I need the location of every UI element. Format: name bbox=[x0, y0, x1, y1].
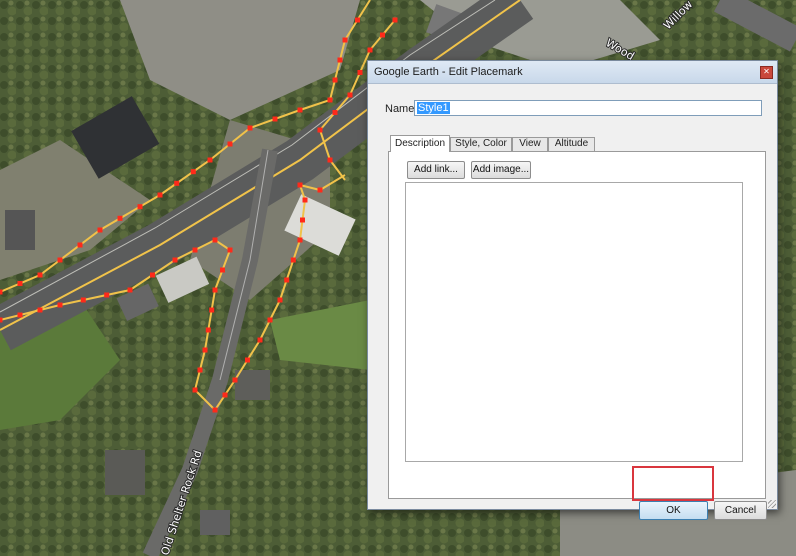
ok-button[interactable]: OK bbox=[639, 501, 708, 520]
route-vertex-marker[interactable] bbox=[205, 327, 211, 333]
route-vertex-marker[interactable] bbox=[197, 367, 203, 373]
route-vertex-marker[interactable] bbox=[117, 215, 123, 221]
route-vertex-marker[interactable] bbox=[17, 312, 23, 318]
route-vertex-marker[interactable] bbox=[57, 302, 63, 308]
route-vertex-marker[interactable] bbox=[220, 267, 225, 273]
route-vertex-marker[interactable] bbox=[212, 287, 218, 293]
route-vertex-marker[interactable] bbox=[245, 357, 250, 363]
dialog-title: Google Earth - Edit Placemark bbox=[374, 66, 523, 78]
route-vertex-marker[interactable] bbox=[222, 392, 228, 398]
route-vertex-marker[interactable] bbox=[174, 180, 180, 186]
route-vertex-marker[interactable] bbox=[297, 182, 303, 188]
tab-description[interactable]: Description bbox=[390, 135, 450, 152]
route-vertex-marker[interactable] bbox=[357, 70, 363, 75]
tab-style-color[interactable]: Style, Color bbox=[450, 137, 512, 151]
route-vertex-marker[interactable] bbox=[247, 125, 253, 131]
route-vertex-marker[interactable] bbox=[157, 192, 163, 198]
route-vertex-marker[interactable] bbox=[327, 97, 333, 103]
edit-placemark-dialog: Google Earth - Edit Placemark ✕ Name: St… bbox=[367, 60, 778, 520]
route-vertex-marker[interactable] bbox=[172, 257, 178, 263]
route-vertex-marker[interactable] bbox=[317, 127, 323, 133]
route-vertex-marker[interactable] bbox=[257, 337, 263, 343]
add-link-button[interactable]: Add link... bbox=[407, 161, 465, 179]
route-vertex-marker[interactable] bbox=[80, 297, 86, 303]
route-vertex-marker[interactable] bbox=[317, 187, 323, 193]
description-panel: Add link... Add image... bbox=[388, 151, 766, 499]
route-vertex-marker[interactable] bbox=[97, 227, 103, 233]
description-textarea[interactable] bbox=[405, 182, 743, 462]
route-vertex-marker[interactable] bbox=[232, 377, 238, 383]
route-vertex-marker[interactable] bbox=[227, 141, 233, 147]
route-vertex-marker[interactable] bbox=[127, 287, 133, 293]
resize-grip-icon[interactable] bbox=[768, 500, 776, 508]
route-vertex-marker[interactable] bbox=[37, 307, 43, 313]
route-vertex-marker[interactable] bbox=[332, 77, 338, 83]
route-vertex-marker[interactable] bbox=[192, 247, 198, 253]
route-vertex-marker[interactable] bbox=[284, 277, 290, 283]
route-vertex-marker[interactable] bbox=[267, 317, 273, 323]
route-vertex-marker[interactable] bbox=[227, 247, 233, 253]
tab-view[interactable]: View bbox=[512, 137, 548, 151]
tab-altitude[interactable]: Altitude bbox=[548, 137, 595, 151]
route-vertex-marker[interactable] bbox=[367, 47, 373, 53]
route-vertex-marker[interactable] bbox=[337, 57, 343, 63]
route-vertex-marker[interactable] bbox=[332, 110, 338, 115]
route-vertex-marker[interactable] bbox=[77, 242, 83, 248]
name-input[interactable]: Style1 bbox=[414, 100, 762, 116]
route-vertex-marker[interactable] bbox=[277, 297, 283, 303]
route-vertex-marker[interactable] bbox=[17, 281, 23, 286]
dialog-client-area: Name: Style1 Description Style, Color Vi… bbox=[368, 84, 777, 520]
route-vertex-marker[interactable] bbox=[300, 217, 305, 223]
route-vertex-marker[interactable] bbox=[207, 157, 213, 163]
route-vertex-marker[interactable] bbox=[104, 292, 110, 298]
route-vertex-marker[interactable] bbox=[212, 237, 218, 243]
route-vertex-marker[interactable] bbox=[302, 197, 308, 203]
route-vertex-marker[interactable] bbox=[297, 237, 303, 243]
route-vertex-marker[interactable] bbox=[290, 257, 296, 263]
route-vertex-marker[interactable] bbox=[0, 317, 3, 323]
route-vertex-marker[interactable] bbox=[355, 17, 360, 23]
route-vertex-marker[interactable] bbox=[0, 289, 3, 295]
route-vertex-marker[interactable] bbox=[212, 407, 218, 413]
route-vertex-marker[interactable] bbox=[209, 307, 215, 313]
route-vertex-marker[interactable] bbox=[137, 204, 143, 210]
cancel-button[interactable]: Cancel bbox=[714, 501, 767, 520]
dialog-titlebar[interactable]: Google Earth - Edit Placemark ✕ bbox=[368, 61, 777, 84]
route-vertex-marker[interactable] bbox=[380, 32, 385, 38]
close-icon[interactable]: ✕ bbox=[760, 66, 773, 79]
route-vertex-marker[interactable] bbox=[347, 92, 353, 98]
route-vertex-marker[interactable] bbox=[392, 17, 398, 23]
route-vertex-marker[interactable] bbox=[57, 257, 63, 263]
add-image-button[interactable]: Add image... bbox=[471, 161, 531, 179]
route-vertex-marker[interactable] bbox=[272, 116, 278, 122]
route-vertex-marker[interactable] bbox=[327, 157, 333, 163]
route-vertex-marker[interactable] bbox=[150, 272, 155, 278]
name-value: Style1 bbox=[417, 102, 450, 114]
route-vertex-marker[interactable] bbox=[202, 347, 208, 353]
route-vertex-marker[interactable] bbox=[297, 107, 303, 113]
route-vertex-marker[interactable] bbox=[192, 387, 198, 393]
name-label: Name: bbox=[385, 103, 418, 115]
route-vertex-marker[interactable] bbox=[342, 37, 348, 43]
route-vertex-marker[interactable] bbox=[190, 169, 196, 175]
route-vertex-marker[interactable] bbox=[37, 272, 43, 278]
